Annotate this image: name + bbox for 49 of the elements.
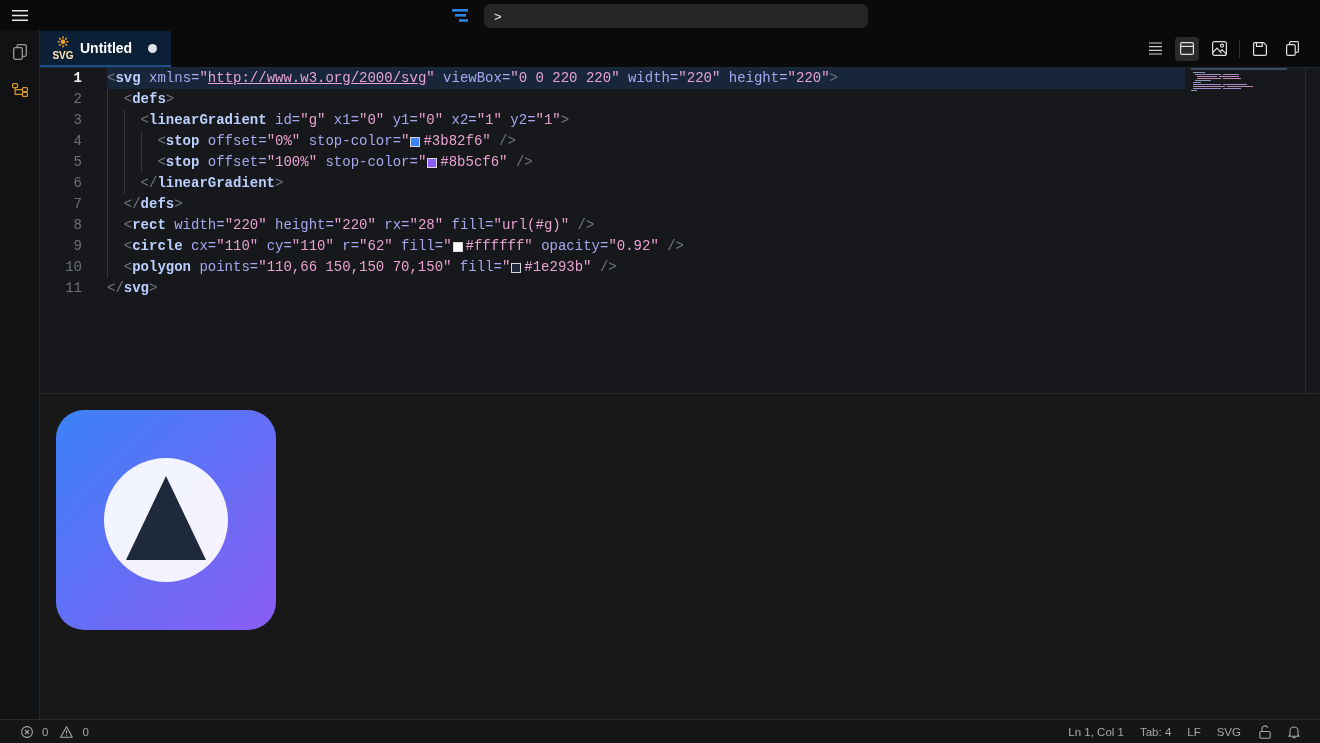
error-count[interactable]: 0: [42, 725, 49, 738]
code-text: <rect width="220" height="220" rx="28" fill="url(#g)" />: [123, 216, 595, 235]
copy-icon: [1285, 41, 1299, 56]
bell-icon[interactable]: [1288, 724, 1300, 739]
warning-count[interactable]: 0: [82, 725, 89, 738]
lines-icon: [1148, 42, 1162, 55]
code-text: <polygon points="110,66 150,150 70,150" fill=": [123, 258, 511, 277]
save-icon: [1253, 41, 1267, 56]
code-text: <linearGradient id="g" x1="0" y1="0" x2="1" y2="1">: [140, 111, 570, 130]
code-text: <defs>: [123, 90, 175, 109]
code-text: #8b5cf6" />: [440, 153, 533, 172]
code-text: </linearGradient>: [140, 174, 284, 193]
line-number: 1: [72, 69, 83, 88]
image-icon: [1211, 41, 1227, 56]
code-text: <stop offset="100%" stop-color=": [157, 153, 427, 172]
code-text: #1e293b" />: [524, 258, 617, 277]
editor-tab[interactable]: SVG Untitled: [40, 31, 172, 67]
line-number: 7: [72, 195, 83, 214]
line-number: 2: [72, 90, 83, 109]
unlocked-padlock-icon[interactable]: [1259, 724, 1271, 739]
split-view-button[interactable]: [1175, 36, 1199, 61]
indent-setting[interactable]: Tab: 4: [1139, 725, 1172, 738]
line-number: 6: [72, 174, 83, 193]
line-number: 9: [72, 237, 83, 256]
line-number: 8: [72, 216, 83, 235]
language-mode[interactable]: SVG: [1216, 725, 1241, 738]
line-number: 5: [72, 153, 83, 172]
code-text: </defs>: [123, 195, 183, 214]
command-field[interactable]: >: [484, 4, 868, 28]
line-number: 4: [72, 132, 83, 151]
error-icon: [21, 725, 33, 738]
files-icon[interactable]: [12, 44, 27, 60]
cursor-position[interactable]: Ln 1, Col 1: [1068, 725, 1124, 738]
code-text: </svg>: [107, 279, 158, 298]
code-text: #3b82f6" />: [423, 132, 516, 151]
panel-layout-icon: [1180, 42, 1194, 55]
code-text: <svg xmlns="http://www.w3.org/2000/svg" viewBox="0 0 220 220" width="220" height="220">: [107, 69, 838, 88]
code-text: #ffffff" opacity="0.92" />: [465, 237, 684, 256]
line-ending[interactable]: LF: [1187, 725, 1201, 738]
url-link[interactable]: http://www.w3.org/2000/svg: [207, 70, 427, 86]
code-text: <circle cx="110" cy="110" r="62" fill=": [123, 237, 452, 256]
menu-icon[interactable]: [12, 9, 28, 21]
hierarchy-icon[interactable]: [11, 83, 28, 97]
stacked-bars-icon: [452, 8, 468, 22]
line-number: 10: [64, 258, 83, 277]
line-number: 3: [72, 111, 83, 130]
warning-icon: [60, 725, 74, 738]
code-text: <stop offset="0%" stop-color=": [157, 132, 410, 151]
line-number: 11: [64, 279, 83, 298]
